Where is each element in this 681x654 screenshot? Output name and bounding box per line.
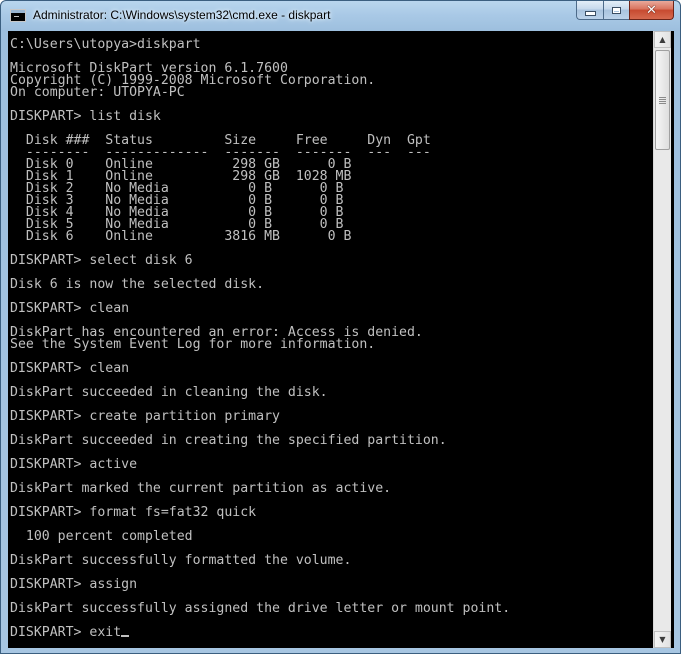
console-line-text: C:\Users\utopya>diskpart [10,37,201,52]
scrollbar-thumb[interactable] [655,50,670,150]
console-line-text: DISKPART> select disk 6 [10,253,193,268]
console-line-text: On computer: UTOPYA-PC [10,85,185,100]
console-line: DiskPart successfully assigned the drive… [10,601,652,616]
caption-buttons: ✕ [576,1,674,21]
console-line: DISKPART> assign [10,577,652,592]
vertical-scrollbar[interactable]: ▲ ▼ [653,31,671,648]
console-line-text: DiskPart successfully assigned the drive… [10,601,511,616]
minimize-button[interactable] [576,1,603,20]
console-line: See the System Event Log for more inform… [10,337,652,352]
console-line-text: DISKPART> format fs=fat32 quick [10,505,257,520]
console-line-text: DISKPART> clean [10,301,130,316]
text-cursor [121,635,130,637]
console-area[interactable]: C:\Users\utopya>diskpart Microsoft DiskPa… [8,31,674,648]
console-line: DISKPART> clean [10,361,652,376]
console-line-text: DiskPart marked the current partition as… [10,481,392,496]
console-line: DISKPART> list disk [10,109,652,124]
arrow-down-icon: ▼ [659,635,666,644]
console-line-text: Disk 6 Online 3816 MB 0 B [10,229,352,244]
console-line-text: DISKPART> exit [10,625,122,640]
grip-icon [659,96,666,104]
console-line-text: Disk 6 is now the selected disk. [10,277,265,292]
scroll-up-button[interactable]: ▲ [654,31,671,48]
console-line: On computer: UTOPYA-PC [10,85,652,100]
console-line: DISKPART> create partition primary [10,409,652,424]
console-line: DiskPart successfully formatted the volu… [10,553,652,568]
close-icon: ✕ [646,2,657,18]
console-line: DiskPart succeeded in creating the speci… [10,433,652,448]
close-button[interactable]: ✕ [629,1,674,20]
window-title: Administrator: C:\Windows\system32\cmd.e… [33,8,331,22]
console-line: DiskPart marked the current partition as… [10,481,652,496]
maximize-icon [612,6,621,14]
console-line-text: DISKPART> list disk [10,109,161,124]
cmd-window: Administrator: C:\Windows\system32\cmd.e… [0,0,681,654]
console-line: Disk 6 is now the selected disk. [10,277,652,292]
maximize-button[interactable] [603,1,629,20]
console-line-text: DiskPart succeeded in cleaning the disk. [10,385,328,400]
arrow-up-icon: ▲ [659,35,666,44]
minimize-icon [584,11,596,16]
console-line: C:\Users\utopya>diskpart [10,37,652,52]
console-line: DISKPART> select disk 6 [10,253,652,268]
console-line: DISKPART> exit [10,625,652,640]
console-output[interactable]: C:\Users\utopya>diskpart Microsoft DiskPa… [10,31,652,648]
console-line-text: DiskPart succeeded in creating the speci… [10,433,447,448]
console-line-text: DISKPART> assign [10,577,138,592]
console-line-text: DISKPART> clean [10,361,130,376]
console-line-text: 100 percent completed [10,529,193,544]
console-line-text: See the System Event Log for more inform… [10,337,376,352]
console-line: Disk 6 Online 3816 MB 0 B [10,229,652,244]
console-line: DISKPART> active [10,457,652,472]
console-line: DiskPart succeeded in cleaning the disk. [10,385,652,400]
scroll-down-button[interactable]: ▼ [654,631,671,648]
console-line-text: DiskPart successfully formatted the volu… [10,553,352,568]
console-line-text: DISKPART> create partition primary [10,409,280,424]
console-line-text: DISKPART> active [10,457,138,472]
console-line: DISKPART> format fs=fat32 quick [10,505,652,520]
title-bar[interactable]: Administrator: C:\Windows\system32\cmd.e… [1,1,680,31]
cmd-app-icon[interactable] [10,9,26,22]
console-lines: C:\Users\utopya>diskpart Microsoft DiskPa… [10,31,652,639]
console-line: 100 percent completed [10,529,652,544]
console-line: DISKPART> clean [10,301,652,316]
